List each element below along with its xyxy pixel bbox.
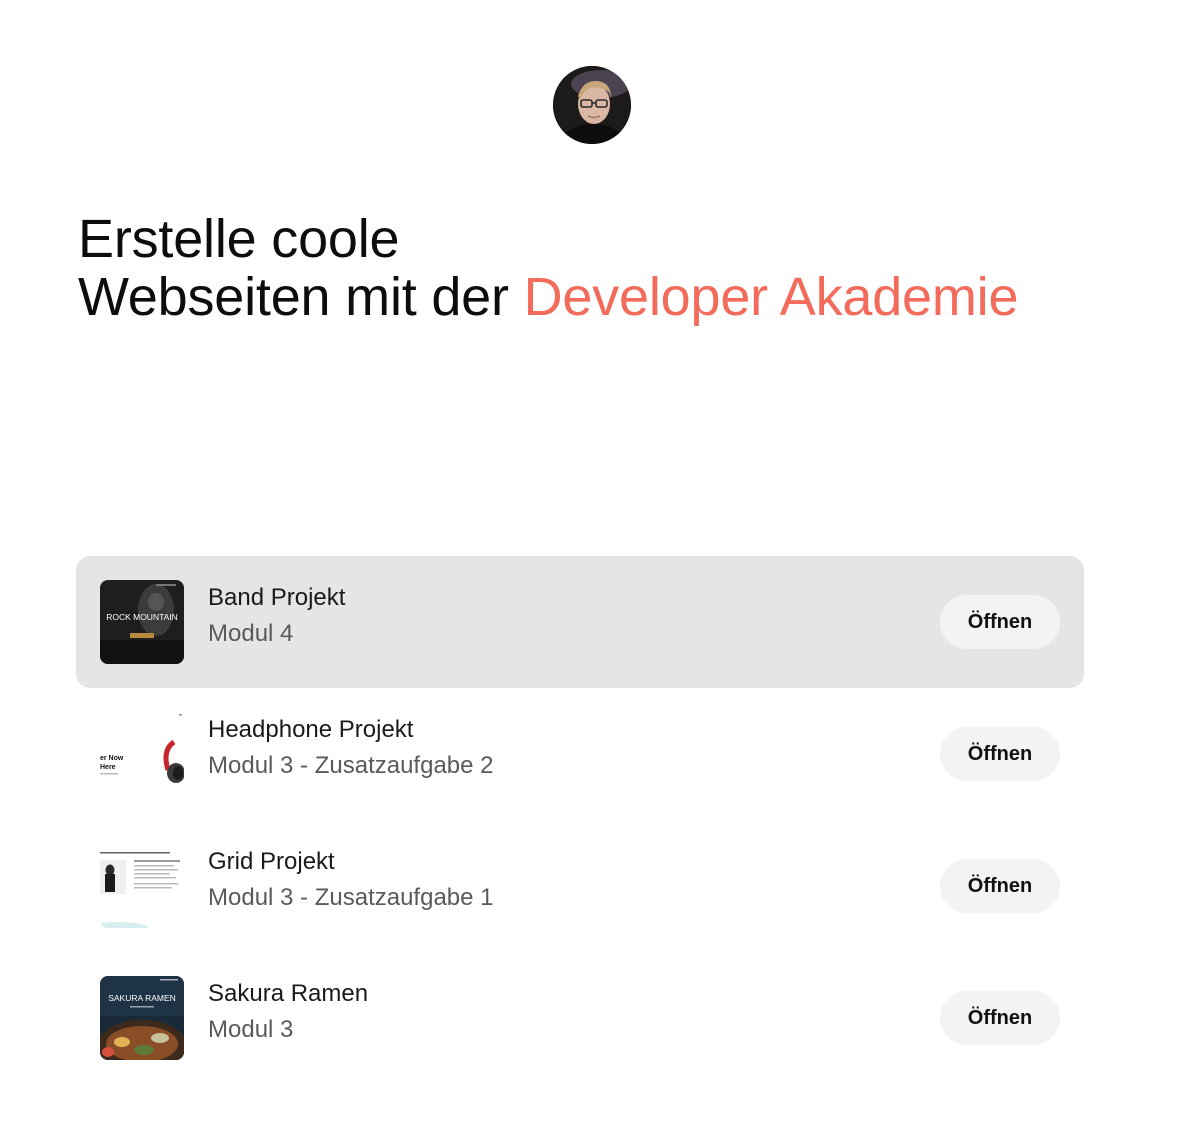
band-project-thumbnail: ROCK MOUNTAIN — [100, 580, 184, 664]
project-row-band[interactable]: ROCK MOUNTAIN Band Projekt Modul 4 Öffne… — [76, 556, 1084, 688]
headphone-thumb-text-1: er Now — [100, 755, 124, 762]
project-row-headphone[interactable]: er Now Here Headphone Projekt Modul 3 - … — [76, 688, 1084, 820]
project-module: Modul 3 - Zusatzaufgabe 2 — [208, 752, 494, 779]
project-info: Sakura Ramen Modul 3 — [208, 978, 368, 1046]
open-button-grid[interactable]: Öffnen — [940, 859, 1060, 913]
project-info: Headphone Projekt Modul 3 - Zusatzaufgab… — [208, 714, 494, 782]
headphone-project-thumbnail: er Now Here — [100, 712, 184, 796]
open-button-headphone[interactable]: Öffnen — [940, 727, 1060, 781]
project-module: Modul 3 — [208, 1016, 294, 1043]
sakura-thumb-text: SAKURA RAMEN — [108, 993, 176, 1003]
project-title: Headphone Projekt — [208, 716, 414, 743]
headline-line-2-prefix: Webseiten mit der — [78, 267, 524, 327]
headline-accent: Developer Akademie — [523, 267, 1019, 327]
open-button-band[interactable]: Öffnen — [940, 595, 1060, 649]
grid-project-thumbnail — [100, 844, 184, 928]
open-button-sakura[interactable]: Öffnen — [940, 991, 1060, 1045]
sakura-project-thumbnail: SAKURA RAMEN — [100, 976, 184, 1060]
headline-line-2: Webseiten mit der Developer Akademie — [78, 268, 1118, 326]
profile-photo-icon — [553, 66, 631, 144]
band-thumb-text: ROCK MOUNTAIN — [106, 612, 178, 622]
page-headline: Erstelle coole Webseiten mit der Develop… — [78, 210, 1118, 326]
project-title: Sakura Ramen — [208, 980, 369, 1007]
project-list: ROCK MOUNTAIN Band Projekt Modul 4 Öffne… — [76, 556, 1084, 1084]
project-row-grid[interactable]: Grid Projekt Modul 3 - Zusatzaufgabe 1 Ö… — [76, 820, 1084, 952]
project-info: Band Projekt Modul 4 — [208, 582, 345, 650]
project-module: Modul 4 — [208, 620, 294, 647]
project-module: Modul 3 - Zusatzaufgabe 1 — [208, 884, 494, 911]
page: Erstelle coole Webseiten mit der Develop… — [0, 0, 1180, 1135]
headline-line-1: Erstelle coole — [78, 209, 400, 269]
headphone-thumb-text-2: Here — [100, 764, 116, 771]
project-info: Grid Projekt Modul 3 - Zusatzaufgabe 1 — [208, 846, 494, 914]
avatar — [553, 66, 631, 144]
project-title: Band Projekt — [208, 584, 346, 611]
project-row-sakura[interactable]: SAKURA RAMEN Sakura Ramen Modul 3 Öffnen — [76, 952, 1084, 1084]
project-title: Grid Projekt — [208, 848, 335, 875]
